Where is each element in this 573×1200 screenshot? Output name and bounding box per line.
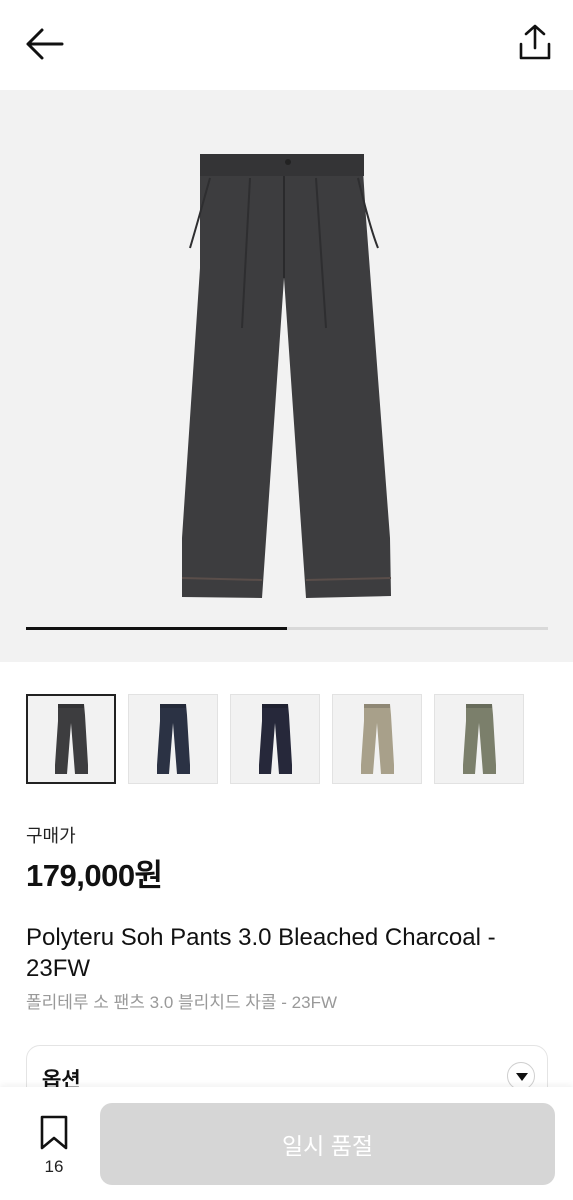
share-upload-icon xyxy=(519,24,551,60)
bookmark-button[interactable]: 16 xyxy=(34,1115,74,1179)
bottom-action-bar: 16 일시 품절 xyxy=(0,1087,573,1200)
thumbnail-image xyxy=(55,704,88,774)
product-price: 179,000원 xyxy=(26,858,163,893)
back-button[interactable] xyxy=(22,26,68,62)
chevron-down-circle-icon xyxy=(507,1062,535,1090)
product-title: Polyteru Soh Pants 3.0 Bleached Charcoal… xyxy=(26,924,496,982)
thumbnail-dark-navy[interactable] xyxy=(230,694,320,784)
product-subtitle: 폴리테루 소 팬츠 3.0 블리치드 차콜 - 23FW xyxy=(26,993,338,1012)
thumbnail-image xyxy=(463,704,496,774)
share-button[interactable] xyxy=(512,22,558,64)
color-thumbnails xyxy=(0,694,573,784)
arrow-left-icon xyxy=(26,28,64,60)
image-progress-fill xyxy=(26,627,287,630)
top-bar xyxy=(0,0,573,90)
product-main-image xyxy=(181,154,392,598)
thumbnail-image xyxy=(259,704,292,774)
thumbnail-image xyxy=(361,704,394,774)
product-image-gallery[interactable] xyxy=(0,90,573,662)
image-progress-bar xyxy=(26,627,548,630)
sold-out-button[interactable]: 일시 품절 xyxy=(100,1103,555,1185)
bookmark-icon xyxy=(40,1115,68,1150)
thumbnail-image xyxy=(157,704,190,774)
price-label: 구매가 xyxy=(26,826,76,846)
thumbnail-charcoal[interactable] xyxy=(26,694,116,784)
thumbnail-navy[interactable] xyxy=(128,694,218,784)
thumbnail-beige[interactable] xyxy=(332,694,422,784)
thumbnail-olive[interactable] xyxy=(434,694,524,784)
bookmark-count: 16 xyxy=(44,1157,64,1176)
